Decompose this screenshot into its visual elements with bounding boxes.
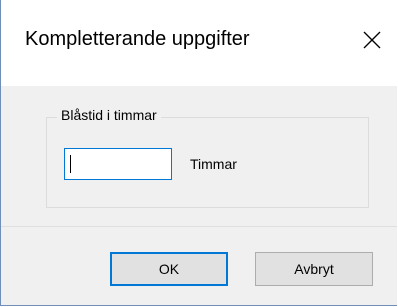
dialog-content: Blåstid i timmar Timmar: [1, 86, 397, 226]
dialog-window: Kompletterande uppgifter Blåstid i timma…: [0, 0, 398, 306]
button-bar: OK Avbryt: [1, 227, 397, 305]
close-button[interactable]: [349, 20, 395, 60]
hours-unit-label: Timmar: [190, 156, 237, 172]
dialog-title: Kompletterande uppgifter: [25, 28, 250, 50]
close-icon: [363, 31, 381, 49]
cancel-button[interactable]: Avbryt: [255, 252, 373, 286]
text-caret: [70, 155, 71, 173]
groupbox-legend: Blåstid i timmar: [57, 107, 161, 123]
hours-input[interactable]: [64, 148, 172, 180]
ok-button[interactable]: OK: [110, 252, 228, 286]
blowtime-groupbox: Blåstid i timmar Timmar: [46, 107, 369, 208]
title-bar: Kompletterande uppgifter: [1, 0, 398, 86]
